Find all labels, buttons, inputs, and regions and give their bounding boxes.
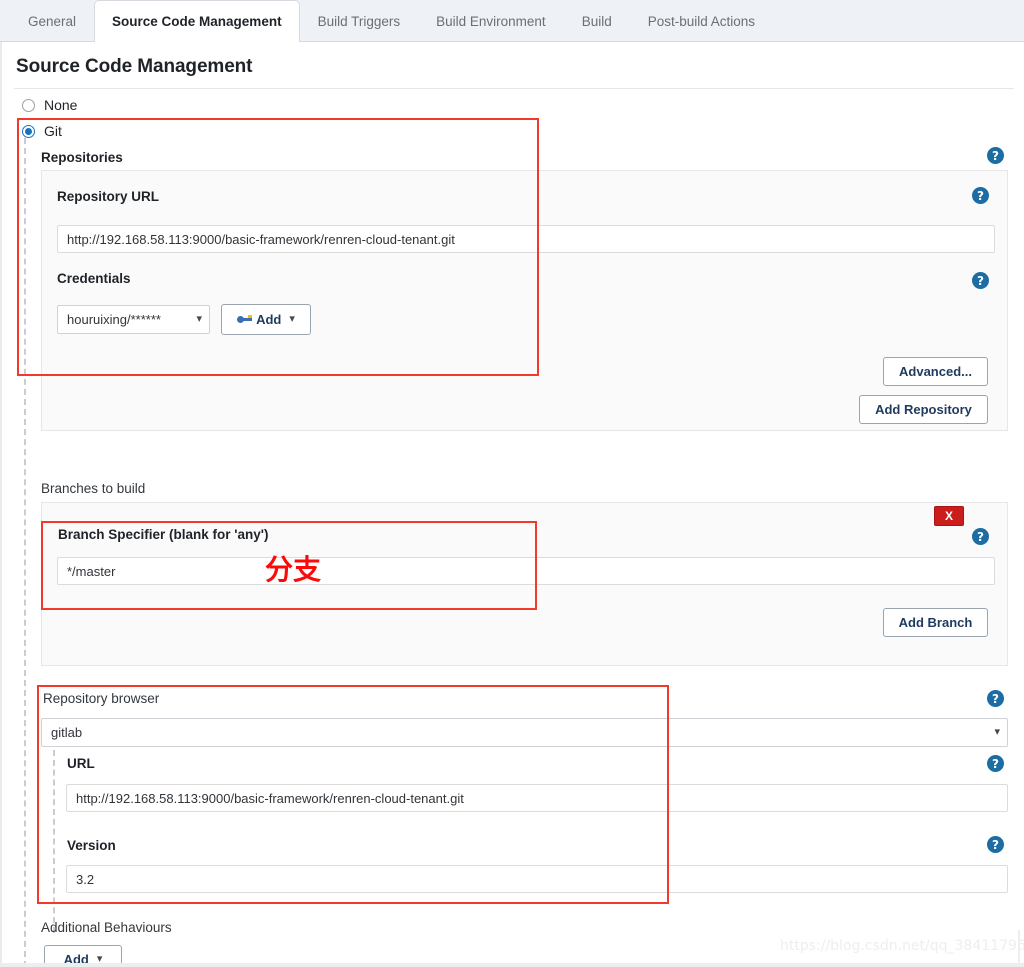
watermark-bottom-rule (0, 963, 1024, 967)
help-icon-repositories[interactable]: ? (987, 147, 1004, 164)
git-section-guide-line (24, 138, 26, 967)
help-icon-credentials[interactable]: ? (972, 272, 989, 289)
add-credentials-label: Add (256, 312, 281, 327)
repository-browser-version-input[interactable]: 3.2 (66, 865, 1008, 893)
config-tab-bar: General Source Code Management Build Tri… (0, 0, 1024, 42)
tab-source-code-management[interactable]: Source Code Management (94, 0, 300, 43)
help-icon-browser-url[interactable]: ? (987, 755, 1004, 772)
add-repository-button[interactable]: Add Repository (859, 395, 988, 424)
repository-browser-label: Repository browser (43, 691, 159, 706)
repository-browser-version-label: Version (67, 838, 116, 853)
tab-build-environment[interactable]: Build Environment (418, 0, 564, 42)
branches-section-label: Branches to build (41, 481, 145, 496)
credentials-select[interactable]: houruixing/****** ▾ (57, 305, 210, 334)
chevron-down-icon: ▾ (289, 314, 295, 325)
credentials-label: Credentials (57, 271, 131, 286)
add-credentials-button[interactable]: Add ▾ (221, 304, 311, 335)
help-icon-repository-browser[interactable]: ? (987, 690, 1004, 707)
page-title: Source Code Management (16, 56, 252, 78)
tab-post-build-actions[interactable]: Post-build Actions (630, 0, 773, 42)
credentials-select-value: houruixing/****** (67, 312, 161, 327)
branch-specifier-label: Branch Specifier (blank for 'any') (58, 527, 268, 542)
add-branch-button[interactable]: Add Branch (883, 608, 988, 637)
tab-build-triggers[interactable]: Build Triggers (300, 0, 419, 42)
chevron-down-icon: ▾ (994, 727, 1000, 738)
repository-url-label: Repository URL (57, 189, 159, 204)
repository-browser-guide-line (53, 750, 55, 933)
additional-behaviours-label: Additional Behaviours (41, 920, 172, 935)
repositories-panel (41, 170, 1008, 431)
repositories-section-label: Repositories (41, 150, 123, 165)
tab-general[interactable]: General (10, 0, 94, 42)
chevron-down-icon: ▾ (196, 314, 202, 325)
radio-git-label: Git (44, 123, 62, 139)
repository-url-input[interactable]: http://192.168.58.113:9000/basic-framewo… (57, 225, 995, 253)
scm-page: Source Code Management None Git Reposito… (0, 42, 1024, 967)
watermark-edge-rule (1018, 930, 1020, 967)
advanced-button[interactable]: Advanced... (883, 357, 988, 386)
watermark-text: https://blog.csdn.net/qq_38411796 (780, 938, 1024, 954)
repository-browser-url-label: URL (67, 756, 95, 771)
help-icon-repository-url[interactable]: ? (972, 187, 989, 204)
tab-build[interactable]: Build (564, 0, 630, 42)
title-divider (14, 88, 1014, 89)
annotation-text-branch: 分支 (265, 556, 321, 584)
radio-option-none[interactable]: None (22, 97, 77, 113)
repository-browser-url-input[interactable]: http://192.168.58.113:9000/basic-framewo… (66, 784, 1008, 812)
delete-branch-button[interactable]: X (934, 506, 964, 526)
radio-option-git[interactable]: Git (22, 123, 62, 139)
repository-browser-value: gitlab (51, 725, 82, 740)
jenkins-job-config-screen: General Source Code Management Build Tri… (0, 0, 1024, 967)
repository-browser-select[interactable]: gitlab ▾ (41, 718, 1008, 747)
radio-git-indicator (22, 125, 35, 138)
radio-none-label: None (44, 97, 77, 113)
key-icon (237, 315, 252, 324)
branch-specifier-input[interactable]: */master (57, 557, 995, 585)
help-icon-branch-specifier[interactable]: ? (972, 528, 989, 545)
help-icon-browser-version[interactable]: ? (987, 836, 1004, 853)
radio-none-indicator (22, 99, 35, 112)
